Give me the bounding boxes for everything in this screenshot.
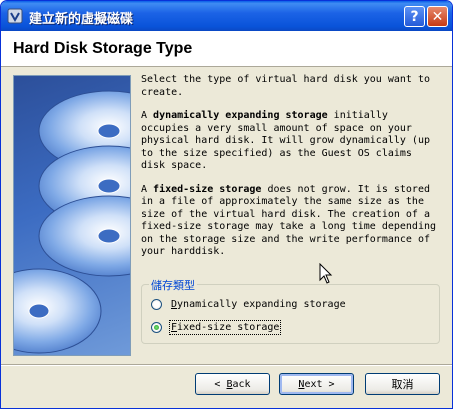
back-button[interactable]: < Back — [195, 373, 270, 395]
storage-type-group — [141, 284, 440, 344]
intro-paragraph: Select the type of virtual hard disk you… — [141, 74, 430, 98]
page-title: Hard Disk Storage Type — [13, 40, 193, 57]
radio-fixed-label[interactable]: Fixed-size storage — [168, 319, 282, 335]
page-header: Hard Disk Storage Type — [1, 31, 452, 67]
dynamic-description: A dynamically expanding storage initiall… — [141, 110, 430, 171]
window-title: 建立新的虛擬磁碟 — [29, 12, 134, 27]
title-bar[interactable]: 建立新的虛擬磁碟 ? ✕ — [1, 1, 452, 31]
radio-button-checked[interactable] — [151, 321, 162, 333]
radio-fixed-storage[interactable]: Fixed-size storage — [151, 319, 282, 335]
next-button[interactable]: Next > — [279, 373, 354, 395]
radio-dynamic-label[interactable]: Dynamically expanding storage — [170, 298, 347, 311]
radio-button[interactable] — [151, 298, 162, 310]
disk-stack-illustration — [14, 90, 130, 354]
fixed-description: A fixed-size storage does not grow. It i… — [141, 183, 437, 258]
disk-icon — [14, 268, 102, 354]
button-separator — [1, 364, 452, 366]
help-button[interactable]: ? — [404, 6, 425, 27]
close-button[interactable]: ✕ — [427, 6, 448, 27]
virtualbox-app-icon — [7, 8, 23, 24]
mouse-cursor-icon — [319, 263, 333, 284]
wizard-window: 建立新的虛擬磁碟 ? ✕ Hard Disk Storage Type Sele… — [0, 0, 453, 409]
radio-dynamic-storage[interactable]: Dynamically expanding storage — [151, 296, 347, 312]
storage-type-legend: 儲存類型 — [149, 277, 197, 293]
cancel-button[interactable]: 取消 — [365, 373, 440, 395]
description-text: Select the type of virtual hard disk you… — [141, 74, 441, 270]
wizard-image-panel — [13, 75, 131, 356]
